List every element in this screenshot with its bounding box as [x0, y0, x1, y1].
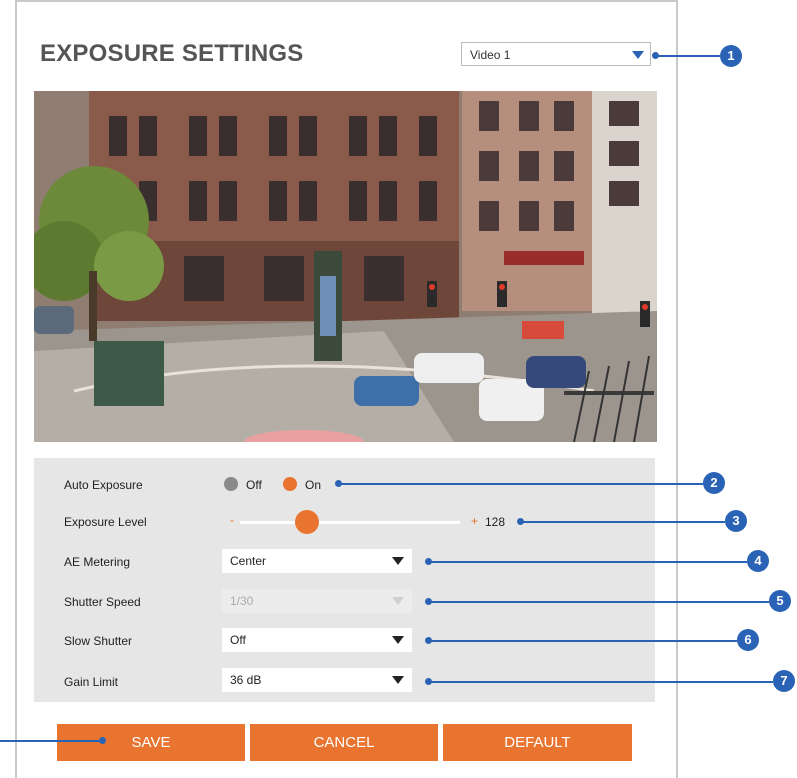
shutter-speed-value: 1/30	[230, 594, 254, 608]
gain-limit-value: 36 dB	[230, 673, 262, 687]
default-button[interactable]: DEFAULT	[443, 724, 632, 761]
callout-3-badge: 3	[725, 510, 747, 532]
chevron-down-icon	[392, 597, 404, 605]
exposure-minus-icon: -	[230, 513, 234, 527]
callout-6-line	[429, 640, 737, 642]
camera-preview	[34, 91, 657, 442]
callout-3-line	[521, 521, 725, 523]
callout-6-badge: 6	[737, 629, 759, 651]
callout-1-line	[656, 55, 720, 57]
shutter-speed-select: 1/30	[222, 589, 412, 613]
settings-panel	[34, 458, 655, 702]
shutter-speed-label: Shutter Speed	[64, 595, 141, 609]
callout-4-line	[429, 561, 747, 563]
auto-exposure-on-radio[interactable]	[283, 477, 297, 491]
callout-7-line	[429, 681, 773, 683]
callout-5-line	[429, 601, 769, 603]
callout-2-badge: 2	[703, 472, 725, 494]
slow-shutter-value: Off	[230, 633, 246, 647]
callout-1-badge: 1	[720, 45, 742, 67]
callout-7-badge: 7	[773, 670, 795, 692]
callout-5-badge: 5	[769, 590, 791, 612]
auto-exposure-off-label: Off	[246, 478, 262, 492]
chevron-down-icon	[632, 51, 644, 59]
save-button[interactable]: SAVE	[57, 724, 245, 761]
callout-2-line	[339, 483, 703, 485]
auto-exposure-off-radio[interactable]	[224, 477, 238, 491]
gain-limit-label: Gain Limit	[64, 675, 119, 689]
slow-shutter-label: Slow Shutter	[64, 634, 133, 648]
chevron-down-icon	[392, 557, 404, 565]
chevron-down-icon	[392, 676, 404, 684]
exposure-level-slider-thumb[interactable]	[295, 510, 319, 534]
auto-exposure-on-label: On	[305, 478, 322, 492]
camera-preview-image	[34, 91, 657, 442]
video-source-select[interactable]: Video 1	[461, 42, 651, 66]
exposure-level-value: 128	[485, 515, 506, 529]
video-source-value: Video 1	[470, 48, 511, 62]
ae-metering-select[interactable]: Center	[222, 549, 412, 573]
exposure-plus-icon: +	[471, 514, 479, 528]
slow-shutter-select[interactable]: Off	[222, 628, 412, 652]
page-title: EXPOSURE SETTINGS	[40, 40, 304, 67]
gain-limit-select[interactable]: 36 dB	[222, 668, 412, 692]
cancel-button[interactable]: CANCEL	[250, 724, 438, 761]
chevron-down-icon	[392, 636, 404, 644]
exposure-level-slider-track[interactable]	[240, 521, 460, 524]
auto-exposure-label: Auto Exposure	[64, 478, 143, 492]
callout-4-badge: 4	[747, 550, 769, 572]
ae-metering-value: Center	[230, 554, 267, 568]
callout-save-line	[0, 740, 100, 742]
ae-metering-label: AE Metering	[64, 555, 131, 569]
exposure-level-label: Exposure Level	[64, 515, 147, 529]
callout-save-dot	[99, 737, 106, 744]
